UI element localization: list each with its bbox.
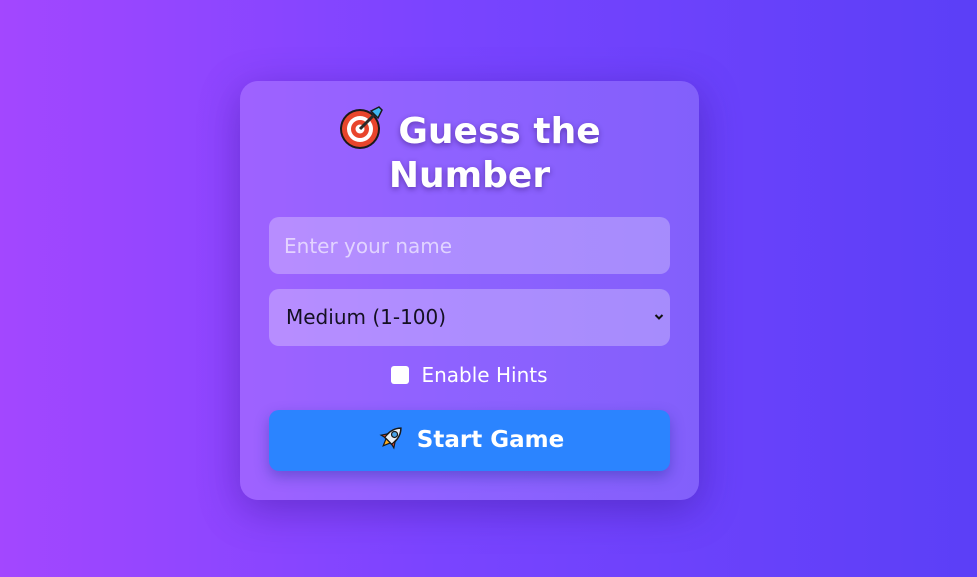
start-button-label: Start Game	[416, 427, 565, 453]
page-title: Guess the Number	[240, 105, 699, 198]
difficulty-selected-value: Medium (1-100)	[286, 305, 447, 329]
hints-row: Enable Hints	[240, 363, 699, 387]
hints-checkbox[interactable]	[391, 366, 410, 384]
difficulty-select[interactable]: Medium (1-100)	[269, 289, 670, 346]
start-game-button[interactable]: Start Game	[269, 410, 670, 471]
hints-label[interactable]: Enable Hints	[421, 363, 547, 387]
name-input[interactable]	[269, 217, 670, 274]
title-line-2: Number	[388, 155, 551, 196]
title-line-1: Guess the	[398, 111, 601, 152]
target-icon	[340, 106, 384, 149]
start-card: Guess the Number Medium (1-100) Enable H…	[240, 81, 699, 500]
name-field[interactable]	[269, 217, 670, 274]
chevron-down-icon	[654, 314, 664, 320]
rocket-icon	[379, 427, 402, 450]
